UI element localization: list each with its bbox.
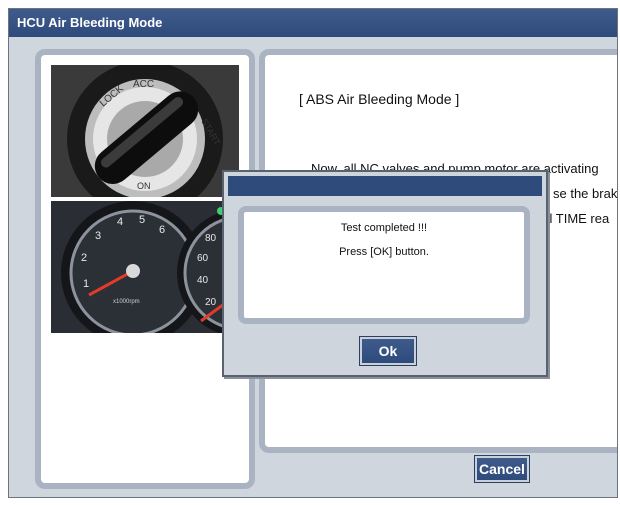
tach-tick-3: 3 xyxy=(95,230,101,242)
tach-unit: x1000rpm xyxy=(113,299,140,305)
cancel-button[interactable]: Cancel xyxy=(474,455,530,483)
window-title: HCU Air Bleeding Mode xyxy=(17,15,163,30)
gauge-image: 1 2 3 4 5 6 x1000rpm 20 40 60 80 100 xyxy=(51,201,239,333)
dialog-message-line-1: Test completed !!! xyxy=(340,222,428,234)
tach-tick-6: 6 xyxy=(159,224,165,236)
speed-tick-80: 80 xyxy=(205,233,217,244)
test-completed-dialog: Test completed !!! Press [OK] button. Ok xyxy=(222,170,548,377)
instruction-line-3: til TIME rea xyxy=(543,211,610,226)
tach-tick-4: 4 xyxy=(117,216,123,228)
dialog-title-bar xyxy=(228,176,542,196)
ignition-key-image: LOCK ACC START ON xyxy=(51,65,239,197)
instruction-line-2: se the brak xyxy=(553,186,618,201)
window-title-bar: HCU Air Bleeding Mode xyxy=(9,9,617,37)
ok-button[interactable]: Ok xyxy=(359,336,417,366)
dialog-message-box: Test completed !!! Press [OK] button. xyxy=(238,206,530,324)
dashboard-gauge-photo: 1 2 3 4 5 6 x1000rpm 20 40 60 80 100 xyxy=(51,201,239,333)
tach-tick-5: 5 xyxy=(139,214,145,226)
mode-heading: [ ABS Air Bleeding Mode ] xyxy=(299,91,460,107)
ign-label-on: ON xyxy=(137,181,151,191)
tach-tick-1: 1 xyxy=(83,278,89,290)
tach-tick-2: 2 xyxy=(81,252,87,264)
ignition-key-photo: LOCK ACC START ON xyxy=(51,65,239,197)
ign-label-acc: ACC xyxy=(133,79,154,90)
speed-tick-20: 20 xyxy=(205,297,217,308)
speed-tick-60: 60 xyxy=(197,253,209,264)
speed-tick-40: 40 xyxy=(197,275,209,286)
dialog-message-line-2: Press [OK] button. xyxy=(339,246,429,258)
